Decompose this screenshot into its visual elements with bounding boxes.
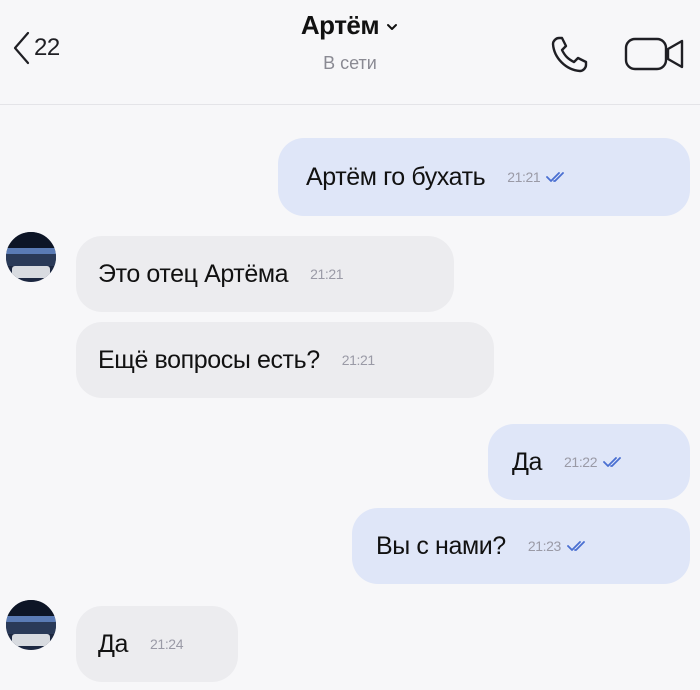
phone-icon[interactable] (548, 32, 592, 81)
chat-header: 22 Артём В сети (0, 0, 700, 105)
double-check-icon (566, 540, 589, 552)
double-check-icon (603, 456, 625, 468)
message-text: Да (98, 629, 129, 658)
contact-title[interactable]: Артём (301, 10, 399, 41)
message-time: 21:21 (507, 169, 541, 185)
message-bubble-incoming[interactable]: Ещё вопросы есть? 21:21 (76, 322, 494, 398)
message-bubble-incoming[interactable]: Да 21:24 (76, 606, 238, 682)
message-bubble-outgoing[interactable]: Да 21:22 (488, 424, 690, 500)
double-check-icon (546, 171, 568, 183)
message-bubble-outgoing[interactable]: Вы с нами? 21:23 (352, 508, 690, 584)
contact-status: В сети (323, 53, 377, 73)
video-camera-icon[interactable] (622, 32, 688, 81)
avatar[interactable] (6, 600, 56, 650)
message-time: 21:23 (527, 538, 561, 554)
contact-info[interactable]: Артём В сети (0, 10, 700, 74)
message-text: Это отец Артёма (98, 259, 289, 288)
message-time: 21:21 (341, 352, 375, 368)
message-text: Артём го бухать (306, 162, 486, 191)
chevron-down-icon (385, 10, 399, 41)
message-text: Вы с нами? (376, 531, 506, 560)
avatar[interactable] (6, 232, 56, 282)
message-time: 21:22 (564, 454, 598, 470)
message-time: 21:24 (150, 636, 184, 652)
message-text: Ещё вопросы есть? (98, 345, 320, 374)
message-bubble-outgoing[interactable]: Артём го бухать 21:21 (278, 138, 690, 216)
contact-name: Артём (300, 10, 380, 40)
message-text: Да (512, 447, 543, 476)
message-bubble-incoming[interactable]: Это отец Артёма 21:21 (76, 236, 454, 312)
message-time: 21:21 (310, 266, 344, 282)
